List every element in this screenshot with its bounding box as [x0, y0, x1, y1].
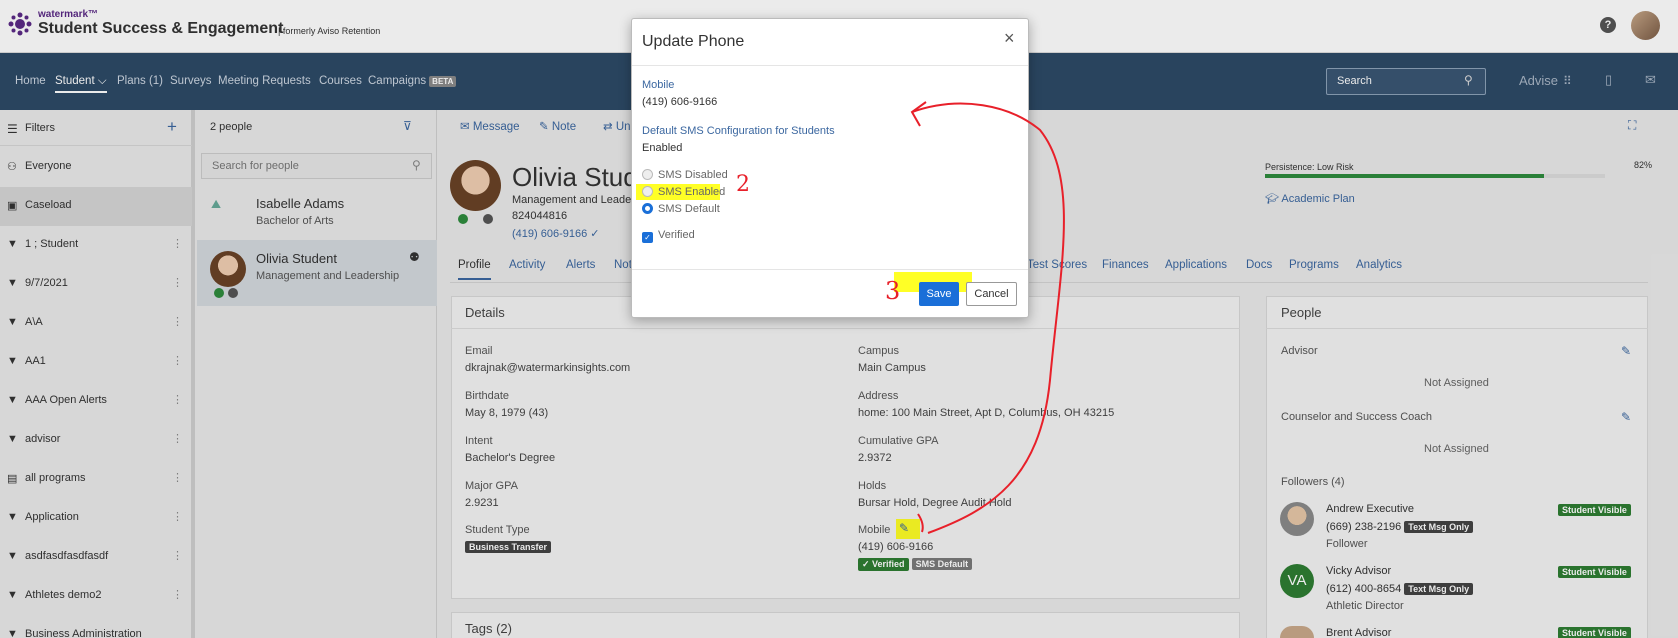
annotation-tick [917, 513, 924, 533]
annotation-layer [910, 101, 1065, 534]
annotation-number-3: 3 [885, 277, 901, 305]
annotation-arrow [911, 102, 1065, 534]
annotation-arrow-head [910, 101, 927, 127]
annotation-number-2: 2 [736, 172, 750, 197]
